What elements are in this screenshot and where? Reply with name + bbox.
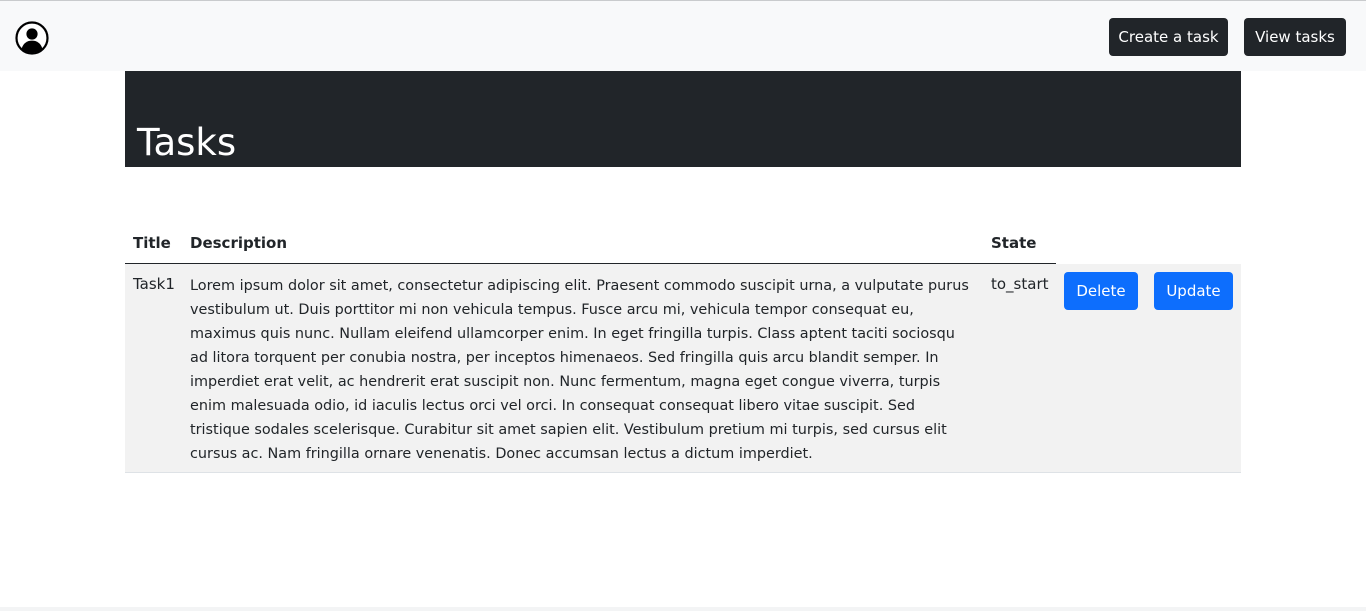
- view-tasks-button[interactable]: View tasks: [1244, 18, 1346, 56]
- task-state: to_start: [991, 275, 1049, 293]
- delete-button[interactable]: Delete: [1064, 272, 1138, 310]
- update-button[interactable]: Update: [1154, 272, 1233, 310]
- task-description: Lorem ipsum dolor sit amet, consectetur …: [190, 278, 969, 462]
- bottom-border: [0, 607, 1366, 611]
- navbar: Create a task View tasks: [0, 1, 1366, 71]
- table-row: Task1 Lorem ipsum dolor sit amet, consec…: [125, 264, 1241, 473]
- page-header: Tasks: [125, 71, 1241, 167]
- column-header-description: Description: [190, 234, 288, 252]
- page-title: Tasks: [137, 121, 237, 164]
- task-title: Task1: [133, 275, 175, 293]
- create-task-button[interactable]: Create a task: [1109, 18, 1228, 56]
- column-header-title: Title: [133, 234, 171, 252]
- user-circle-icon[interactable]: [15, 21, 49, 55]
- column-header-state: State: [991, 234, 1037, 252]
- table-header: Title Description State: [125, 223, 1056, 264]
